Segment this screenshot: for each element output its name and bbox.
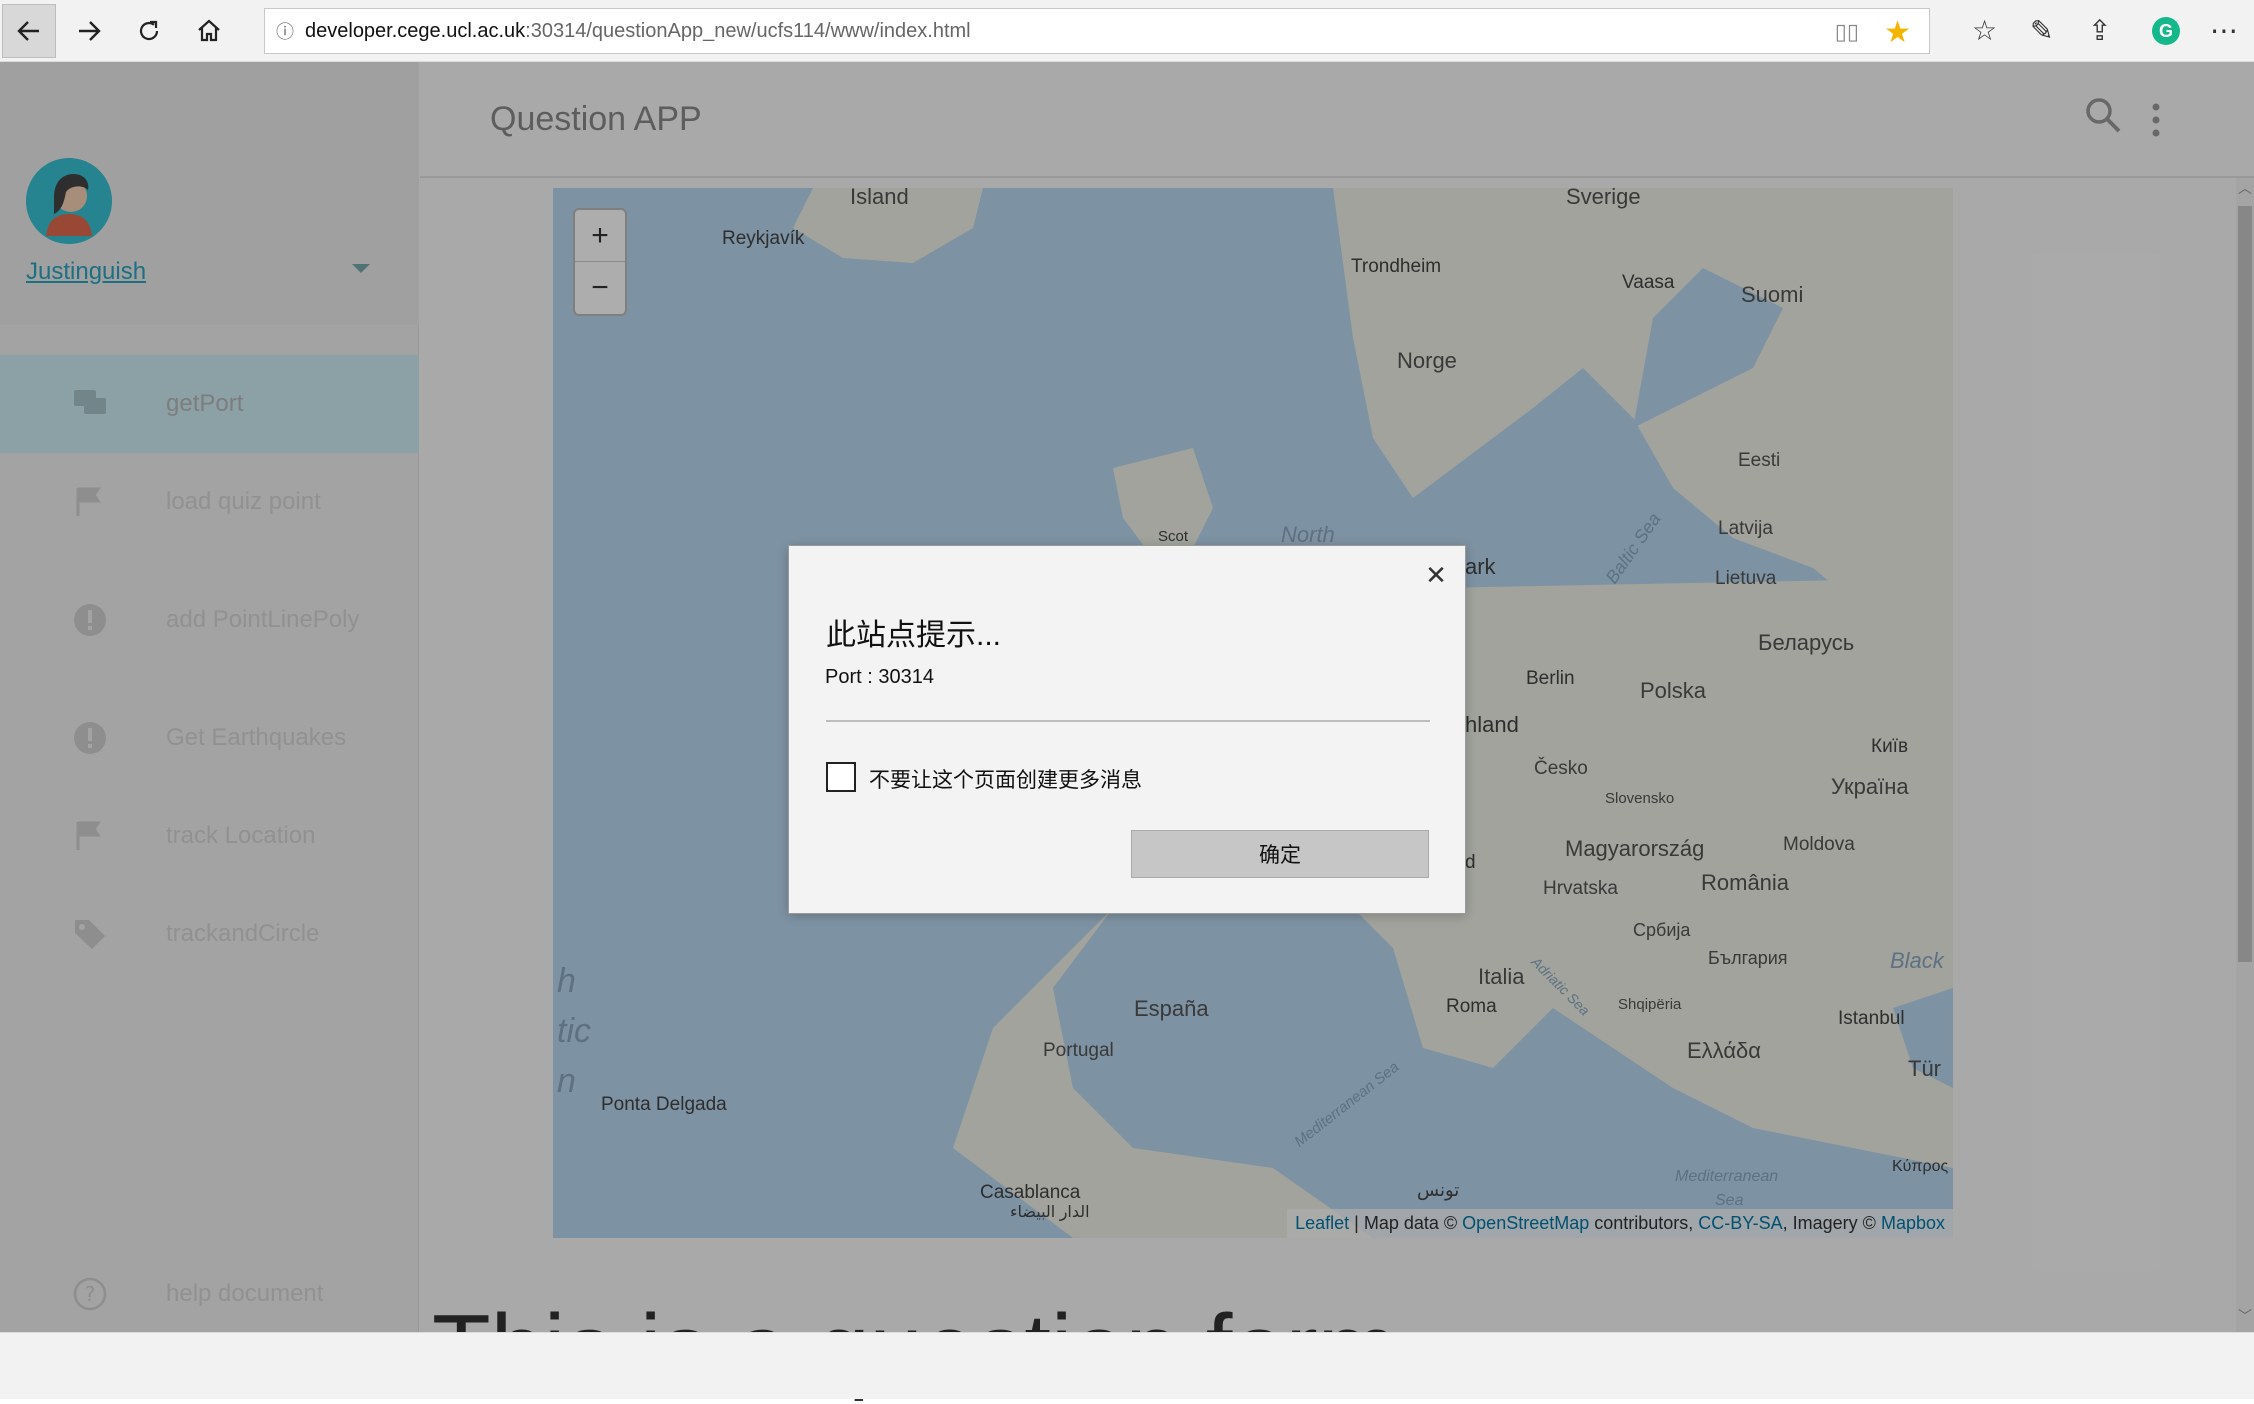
refresh-button[interactable] <box>122 4 176 58</box>
arrow-left-icon <box>17 21 39 41</box>
grammarly-extension-icon[interactable]: G <box>2152 17 2180 45</box>
suppress-dialogs-checkbox[interactable] <box>826 762 856 792</box>
forward-button[interactable] <box>62 4 116 58</box>
info-icon[interactable]: ⓘ <box>265 18 305 44</box>
more-menu-icon[interactable]: ⋯ <box>2210 14 2238 47</box>
home-icon <box>198 19 220 42</box>
ok-button[interactable]: 确定 <box>1131 830 1429 878</box>
close-icon[interactable]: ✕ <box>1421 560 1451 590</box>
url-path: :30314/questionApp_new/ucfs114/www/index… <box>525 19 971 42</box>
back-button[interactable] <box>2 4 56 58</box>
share-icon[interactable]: ⇪ <box>2088 14 2111 47</box>
alert-dialog: ✕ 此站点提示... Port : 30314 不要让这个页面创建更多消息 确定 <box>788 545 1466 914</box>
url-text: developer.cege.ucl.ac.uk:30314/questionA… <box>305 20 971 43</box>
suppress-dialogs-label[interactable]: 不要让这个页面创建更多消息 <box>869 764 1142 794</box>
dialog-title: 此站点提示... <box>826 619 1002 652</box>
reading-view-icon[interactable]: ▯▯ <box>1835 19 1859 45</box>
favorites-hub-icon[interactable]: ☆ <box>1972 14 1997 47</box>
address-bar[interactable]: ⓘ developer.cege.ucl.ac.uk:30314/questio… <box>264 8 1930 54</box>
window-bottom-strip <box>0 1332 2254 1399</box>
dialog-divider <box>826 720 1430 722</box>
url-host: developer.cege.ucl.ac.uk <box>305 19 526 42</box>
web-note-icon[interactable]: ✎ <box>2030 14 2053 47</box>
arrow-right-icon <box>79 21 101 41</box>
browser-toolbar: ⓘ developer.cege.ucl.ac.uk:30314/questio… <box>0 0 2254 62</box>
home-button[interactable] <box>182 4 236 58</box>
refresh-icon <box>139 20 159 41</box>
favorite-star-icon[interactable]: ★ <box>1884 15 1911 50</box>
dialog-message: Port : 30314 <box>825 666 934 688</box>
